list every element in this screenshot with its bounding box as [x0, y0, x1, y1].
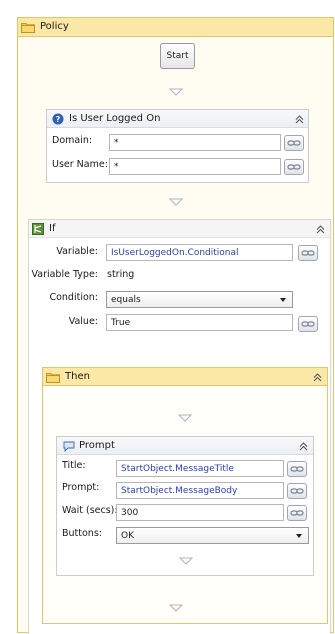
buttons-label: Buttons:: [62, 528, 102, 539]
collapse-icon[interactable]: [299, 442, 308, 451]
if-header[interactable]: If: [29, 220, 330, 238]
policy-header[interactable]: Policy: [18, 18, 333, 37]
username-label: User Name:: [52, 159, 108, 170]
username-field[interactable]: *: [109, 158, 281, 175]
condition-select[interactable]: equals: [106, 291, 293, 308]
wait-label: Wait (secs):: [62, 505, 118, 516]
speech-bubble-icon: [63, 441, 75, 452]
buttons-select[interactable]: OK: [116, 527, 309, 544]
wait-field[interactable]: 300: [116, 504, 284, 521]
domain-label: Domain:: [52, 135, 93, 146]
username-binding-button[interactable]: [284, 159, 304, 175]
variable-label: Variable:: [56, 246, 98, 257]
prompt-field[interactable]: StartObject.MessageBody: [116, 482, 284, 499]
title-label: Title:: [62, 460, 86, 471]
chevron-down-icon: [280, 298, 286, 302]
value-label: Value:: [68, 316, 98, 327]
wait-binding-button[interactable]: [287, 505, 307, 521]
policy-sequence[interactable]: Policy Start ? Is User Logged On Domain:…: [17, 17, 334, 634]
condition-select-value: equals: [111, 295, 141, 305]
drop-target-arrow-icon[interactable]: [179, 557, 193, 565]
chevron-down-icon: [296, 534, 302, 538]
drop-target-arrow-icon[interactable]: [169, 604, 183, 612]
drop-target-arrow-icon[interactable]: [169, 88, 183, 96]
folder-icon: [21, 22, 35, 33]
link-icon: [301, 320, 315, 328]
policy-title: Policy: [40, 21, 69, 32]
domain-binding-button[interactable]: [284, 135, 304, 151]
link-icon: [290, 465, 304, 473]
prompt-label: Prompt:: [62, 482, 100, 493]
value-binding-button[interactable]: [298, 316, 318, 332]
link-icon: [290, 509, 304, 517]
title-field[interactable]: StartObject.MessageTitle: [116, 460, 284, 477]
info-question-icon: ?: [52, 113, 64, 125]
then-header[interactable]: Then: [43, 368, 327, 386]
svg-text:?: ?: [56, 115, 61, 124]
collapse-icon[interactable]: [316, 225, 325, 234]
if-activity[interactable]: If Variable: IsUserLoggedOn.Conditional …: [28, 219, 331, 634]
prompt-title: Prompt: [79, 440, 115, 451]
start-button[interactable]: Start: [160, 43, 195, 69]
condition-label: Condition:: [49, 292, 98, 303]
drop-target-arrow-icon[interactable]: [178, 414, 192, 422]
variable-type-value: string: [107, 269, 135, 280]
domain-field[interactable]: *: [109, 134, 281, 151]
prompt-header[interactable]: Prompt: [57, 437, 313, 455]
is-user-logged-on-activity[interactable]: ? Is User Logged On Domain: * User Name:…: [46, 109, 309, 183]
title-binding-button[interactable]: [287, 461, 307, 477]
link-icon: [301, 249, 315, 257]
link-icon: [287, 139, 301, 147]
start-label: Start: [166, 51, 189, 61]
link-icon: [287, 163, 301, 171]
is-user-logged-on-header[interactable]: ? Is User Logged On: [47, 110, 308, 128]
buttons-select-value: OK: [121, 531, 134, 541]
variable-type-label: Variable Type:: [31, 269, 98, 280]
prompt-binding-button[interactable]: [287, 483, 307, 499]
drop-target-arrow-icon[interactable]: [169, 198, 183, 206]
collapse-icon[interactable]: [295, 115, 304, 124]
prompt-activity[interactable]: Prompt Title: StartObject.MessageTitle P…: [56, 436, 314, 576]
if-branch-icon: [32, 223, 44, 235]
folder-icon: [46, 372, 60, 383]
then-branch[interactable]: Then Prompt Title: StartObject.MessageTi…: [42, 367, 328, 624]
value-field[interactable]: True: [106, 314, 293, 331]
collapse-icon[interactable]: [313, 373, 322, 382]
then-title: Then: [65, 371, 90, 382]
variable-field[interactable]: IsUserLoggedOn.Conditional: [106, 244, 293, 261]
if-title: If: [49, 223, 56, 234]
link-icon: [290, 487, 304, 495]
variable-binding-button[interactable]: [298, 245, 318, 261]
is-user-logged-on-title: Is User Logged On: [69, 113, 161, 124]
